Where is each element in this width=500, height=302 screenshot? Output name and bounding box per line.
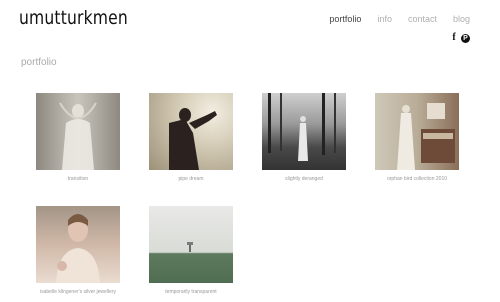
portfolio-item-pipe-dream[interactable]: pipe dream [149,93,233,182]
portfolio-item-temporarily-transparent[interactable]: temporarily transparent [149,206,233,295]
portrait-illustration [56,214,100,283]
pinterest-icon[interactable]: P [461,33,470,43]
room-illustration [397,103,455,170]
main-nav: portfolio info contact blog [329,14,470,24]
facebook-icon[interactable]: f [450,33,458,43]
portfolio-item-slightly-deranged[interactable]: slightly deranged [262,93,346,182]
nav-contact[interactable]: contact [408,14,437,24]
forest-illustration [268,93,336,161]
portfolio-item-transition[interactable]: transition [36,93,120,182]
site-logo[interactable]: umutturkmen [19,7,128,29]
nav-portfolio[interactable]: portfolio [329,14,361,24]
thumbnail-pipe-dream[interactable] [149,93,233,170]
section-title: portfolio [21,57,57,68]
item-caption: temporarily transparent [165,289,217,295]
portfolio-item-jewellery[interactable]: isabelle klingener's silver jewellery [36,206,120,295]
item-caption: slightly deranged [285,176,323,182]
landscape-illustration [187,242,193,252]
item-caption: orphan bird collection 2010 [386,176,448,182]
figure-illustration [59,102,97,170]
thumbnail-transition[interactable] [36,93,120,170]
thumbnail-slightly-deranged[interactable] [262,93,346,170]
thumbnail-temporarily-transparent[interactable] [149,206,233,283]
nav-info[interactable]: info [377,14,392,24]
item-caption: transition [67,176,89,182]
silhouette-illustration [169,108,217,170]
item-caption: pipe dream [178,176,204,182]
thumbnail-orphan-bird[interactable] [375,93,459,170]
social-links: f P [450,33,470,43]
nav-blog[interactable]: blog [453,14,470,24]
thumbnail-jewellery[interactable] [36,206,120,283]
portfolio-item-orphan-bird[interactable]: orphan bird collection 2010 [375,93,459,182]
item-caption: isabelle klingener's silver jewellery [40,289,116,295]
